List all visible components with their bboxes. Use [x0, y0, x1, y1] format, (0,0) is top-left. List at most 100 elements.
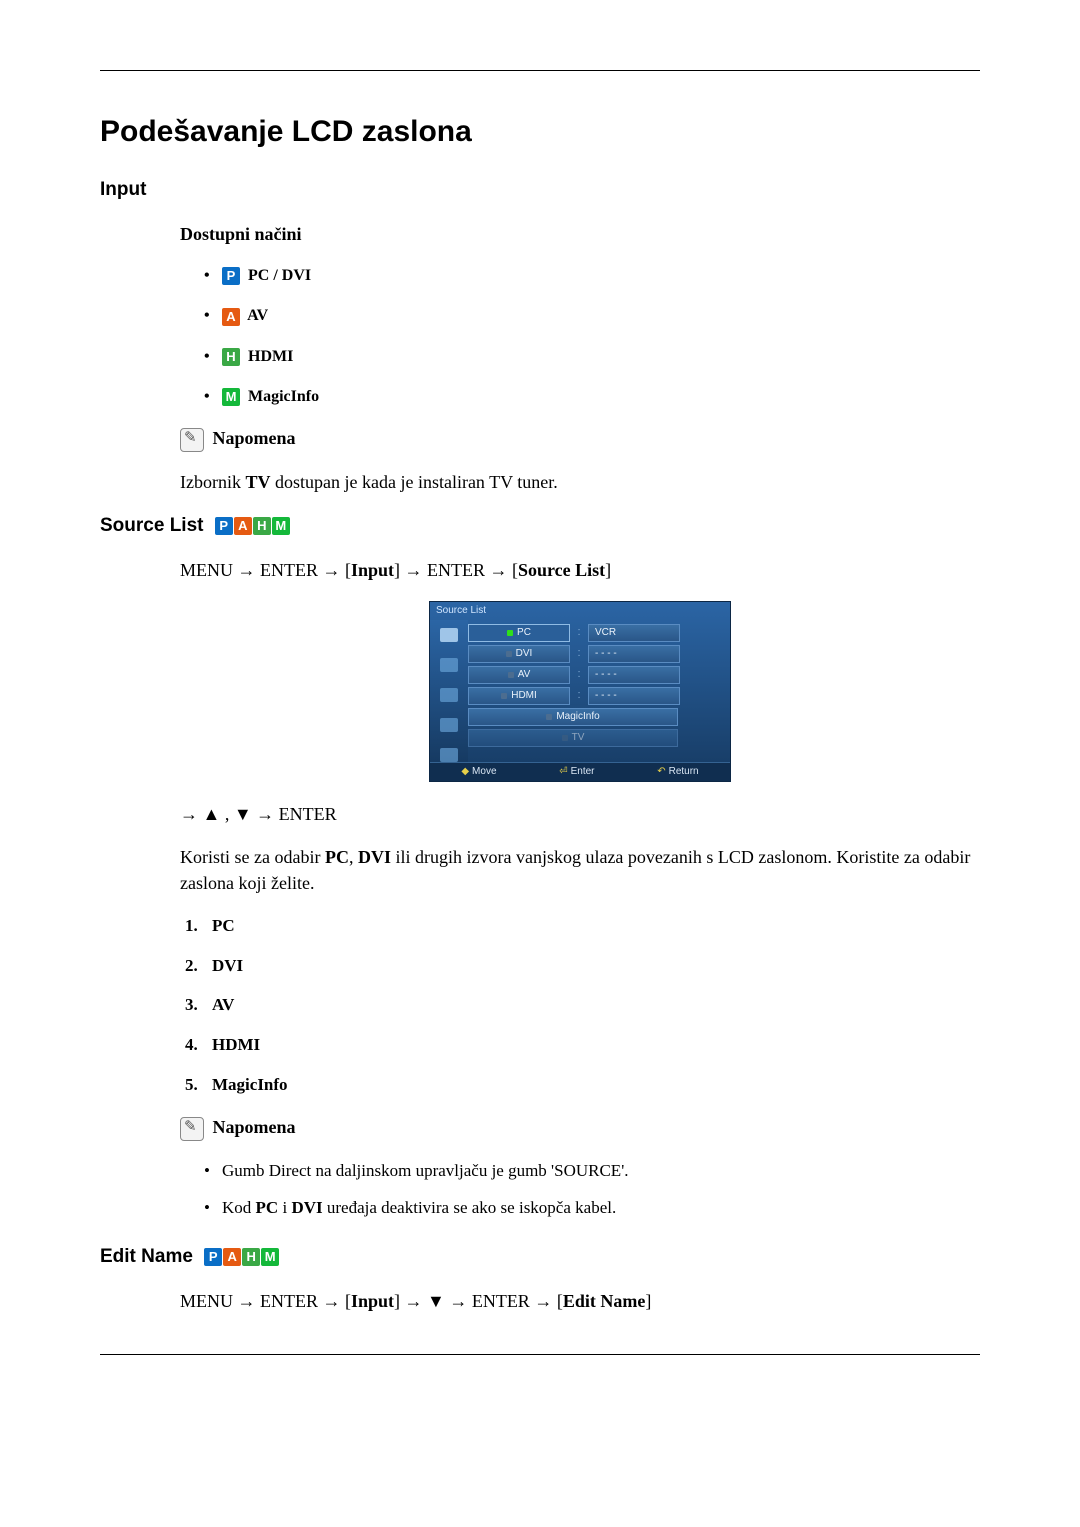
source-list-badges	[215, 517, 290, 535]
sl-note-b2: Kod PC i DVI uređaja deaktivira se ako s…	[204, 1196, 980, 1220]
p-icon	[215, 517, 233, 535]
sl-desc-dvi: DVI	[358, 847, 391, 867]
mode-magicinfo: MagicInfo	[204, 386, 980, 408]
a-icon	[223, 1248, 241, 1266]
osd-sep: :	[570, 688, 588, 703]
sl-path-mid: ] → ENTER → [	[394, 560, 518, 580]
edit-name-path: MENU → ENTER → [Input] → ▼ → ENTER → [Ed…	[180, 1289, 980, 1314]
mode-hdmi: HDMI	[204, 346, 980, 368]
sl-path-target: Source List	[518, 560, 605, 580]
ol-hdmi: HDMI	[202, 1033, 980, 1057]
osd-footer-enter: ⏎Enter	[559, 765, 594, 779]
dot-icon	[546, 714, 552, 720]
ol-dvi: DVI	[202, 954, 980, 978]
source-list-nav-line: → ▲ , ▼ → ENTER	[180, 802, 980, 827]
osd-row-magicinfo: MagicInfo	[468, 708, 722, 726]
osd-side-icon-source	[440, 628, 458, 642]
osd-footer-return: ↶Return	[657, 765, 698, 779]
m-icon	[272, 517, 290, 535]
ol-pc: PC	[202, 914, 980, 938]
mode-av-label: AV	[247, 307, 268, 324]
section-input: Input	[100, 177, 980, 204]
source-list-path: MENU → ENTER → [Input] → ENTER → [Source…	[180, 558, 980, 583]
osd-sep: :	[570, 646, 588, 661]
m-icon	[261, 1248, 279, 1266]
move-icon: ◆	[461, 766, 469, 777]
sl-path-input: Input	[351, 560, 394, 580]
sl-desc-prefix: Koristi se za odabir	[180, 847, 325, 867]
sl-note-bullets: Gumb Direct na daljinskom upravljaču je …	[180, 1159, 980, 1221]
rule-top	[100, 70, 980, 71]
osd-row-pc-left: PC	[468, 624, 570, 642]
osd-screenshot: Source List PC : VCR	[180, 601, 980, 782]
h-icon	[222, 348, 240, 366]
section-edit-name: Edit Name	[100, 1244, 980, 1271]
sl-path-prefix: MENU → ENTER → [	[180, 560, 351, 580]
page-title: Podešavanje LCD zaslona	[100, 111, 980, 153]
sl-nb2-prefix: Kod	[222, 1198, 256, 1217]
dot-icon	[501, 693, 507, 699]
osd-footer-move: ◆Move	[461, 765, 496, 779]
osd-sidebar	[430, 620, 468, 762]
en-path-prefix: MENU → ENTER → [	[180, 1291, 351, 1311]
note-icon	[180, 428, 204, 452]
source-list-body: MENU → ENTER → [Input] → ENTER → [Source…	[100, 558, 980, 1220]
osd-row-hdmi-right: - - - -	[588, 687, 680, 705]
source-list-heading: Source List	[100, 515, 203, 536]
mode-pc-dvi: PC / DVI	[204, 265, 980, 287]
osd-sep: :	[570, 625, 588, 640]
osd-panel: Source List PC : VCR	[429, 601, 731, 782]
mode-pc-dvi-label: PC / DVI	[248, 267, 311, 284]
edit-name-body: MENU → ENTER → [Input] → ▼ → ENTER → [Ed…	[100, 1289, 980, 1314]
edit-name-heading: Edit Name	[100, 1246, 193, 1267]
note-text-suffix: dostupan je kada je instaliran TV tuner.	[271, 472, 558, 492]
available-modes-heading: Dostupni načini	[180, 222, 980, 247]
h-icon	[242, 1248, 260, 1266]
note-text-block: Izbornik TV dostupan je kada je instalir…	[100, 470, 980, 495]
osd-side-icon-2	[440, 658, 458, 672]
en-path-mid: ] → ▼ → ENTER → [	[394, 1291, 563, 1311]
page: Podešavanje LCD zaslona Input Dostupni n…	[0, 0, 1080, 1527]
h-icon	[253, 517, 271, 535]
osd-side-icon-5	[440, 748, 458, 762]
osd-row-tv-left: TV	[468, 729, 678, 747]
en-path-suffix: ]	[645, 1291, 651, 1311]
a-icon	[234, 517, 252, 535]
osd-row-av-left: AV	[468, 666, 570, 684]
dot-icon	[506, 651, 512, 657]
note-text-bold: TV	[245, 472, 270, 492]
en-path-input: Input	[351, 1291, 394, 1311]
sl-note-label: Napomena	[213, 1117, 296, 1137]
p-icon	[222, 267, 240, 285]
sl-path-suffix: ]	[605, 560, 611, 580]
osd-row-dvi: DVI : - - - -	[468, 645, 722, 663]
edit-name-badges	[204, 1248, 279, 1266]
enter-icon: ⏎	[559, 766, 567, 777]
return-icon: ↶	[657, 766, 665, 777]
section-source-list: Source List	[100, 513, 980, 540]
note-text-prefix: Izbornik	[180, 472, 245, 492]
osd-row-hdmi: HDMI : - - - -	[468, 687, 722, 705]
note-icon	[180, 1117, 204, 1141]
sl-nb2-mid: i	[278, 1198, 291, 1217]
p-icon	[204, 1248, 222, 1266]
rule-bottom	[100, 1354, 980, 1355]
osd-title: Source List	[430, 602, 730, 620]
sl-nb2-suffix: uređaja deaktivira se ako se iskopča kab…	[323, 1198, 617, 1217]
selected-dot-icon	[507, 630, 513, 636]
osd-row-av-right: - - - -	[588, 666, 680, 684]
osd-row-pc-right: VCR	[588, 624, 680, 642]
osd-row-pc: PC : VCR	[468, 624, 722, 642]
osd-footer: ◆Move ⏎Enter ↶Return	[430, 762, 730, 781]
dot-icon	[562, 735, 568, 741]
mode-hdmi-label: HDMI	[248, 348, 293, 365]
osd-body: PC : VCR DVI : - - - - AV : - - - -	[430, 620, 730, 762]
osd-row-dvi-right: - - - -	[588, 645, 680, 663]
source-ordered-list: PC DVI AV HDMI MagicInfo	[180, 914, 980, 1097]
osd-side-icon-3	[440, 688, 458, 702]
note-text: Izbornik TV dostupan je kada je instalir…	[180, 470, 980, 495]
osd-row-hdmi-left: HDMI	[468, 687, 570, 705]
sl-desc-sep1: ,	[349, 847, 358, 867]
osd-side-icon-4	[440, 718, 458, 732]
sl-note-heading: Napomena	[180, 1115, 980, 1141]
